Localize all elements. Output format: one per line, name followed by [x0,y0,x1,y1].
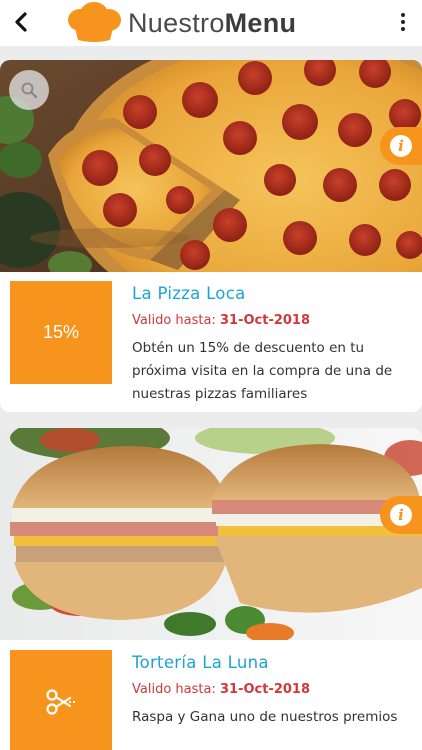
promo-info: La Pizza Loca Valido hasta: 31-Oct-2018 … [132,284,412,406]
valid-date: 31-Oct-2018 [219,313,311,328]
app-title: NuestroMenu [128,8,296,39]
promo-title: La Pizza Loca [132,284,246,303]
discount-badge: 15% [10,281,112,384]
promo-description: Obtén un 15% de descuento en tu próxima … [132,340,393,402]
scissors-coupon-icon [46,688,77,715]
promo-valid-until: Valido hasta: 31-Oct-2018 [132,682,412,697]
info-button[interactable]: i [380,127,422,165]
tortas-sandwich-photo [0,428,422,640]
promo-card-pizza[interactable]: i 15% La Pizza Loca Valido hasta: 31-Oct… [0,60,422,412]
info-icon: i [390,135,412,157]
promo-title: Tortería La Luna [132,653,269,672]
app-title-part1: Nuestro [128,7,225,38]
info-button[interactable]: i [380,496,422,534]
search-icon[interactable] [9,70,49,110]
more-vertical-icon[interactable] [392,8,414,36]
discount-badge-text: 15% [42,322,80,342]
valid-date: 31-Oct-2018 [219,682,311,697]
pepperoni-pizza-photo [0,60,422,272]
promo-info: Tortería La Luna Valido hasta: 31-Oct-20… [132,653,412,729]
info-icon: i [390,504,412,526]
app-title-part2: Menu [224,7,297,38]
brand-logo: NuestroMenu [64,2,296,44]
valid-label: Valido hasta: [132,682,216,697]
valid-label: Valido hasta: [132,313,216,328]
promo-valid-until: Valido hasta: 31-Oct-2018 [132,313,412,328]
chef-hat-icon [68,2,121,42]
coupon-badge [10,650,112,750]
promo-description: Raspa y Gana uno de nuestros premios [132,709,398,725]
promo-card-torteria[interactable]: i Tortería La Luna Valido hasta: 31-Oct-… [0,428,422,750]
app-header: NuestroMenu [0,0,422,46]
back-arrow-icon[interactable] [6,6,36,38]
